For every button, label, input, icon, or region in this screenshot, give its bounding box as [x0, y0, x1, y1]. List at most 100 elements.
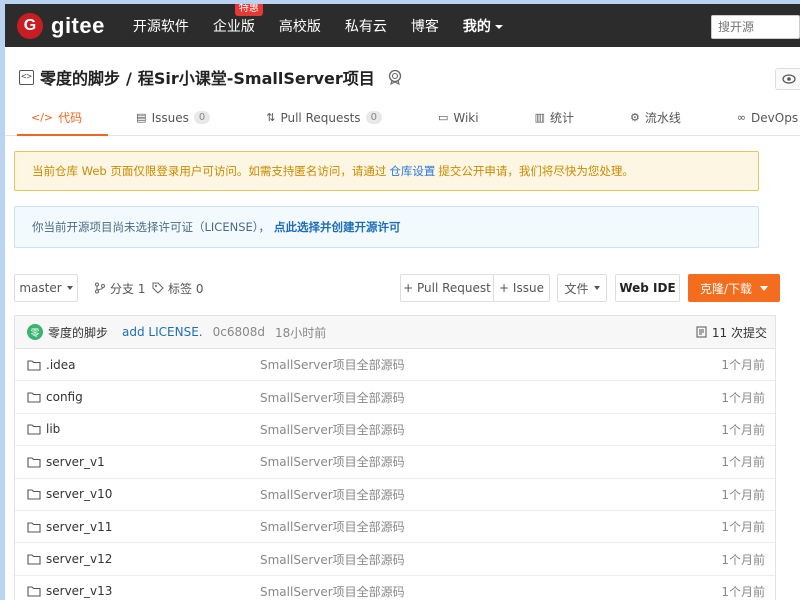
file-commit-message[interactable]: SmallServer项目全部源码	[260, 389, 405, 406]
promo-badge: 特惠	[234, 4, 263, 16]
pull-request-icon: ⇅	[266, 111, 276, 124]
tab-devops[interactable]: ∞ DevOps	[737, 100, 798, 135]
tags-count: 标签 0	[168, 281, 204, 296]
table-row[interactable]: .idea SmallServer项目全部源码 1个月前	[15, 349, 775, 382]
gitee-logo-text: gitee	[51, 12, 105, 38]
file-name[interactable]: lib	[46, 422, 260, 436]
tab-statistics[interactable]: ▥ 统计	[535, 100, 574, 135]
chart-icon: ▥	[534, 111, 545, 124]
nav-item-education[interactable]: 高校版	[279, 16, 321, 36]
warning-text-after: 提交公开申请，我们将尽快为您处理。	[438, 164, 634, 178]
commit-message[interactable]: add LICENSE.	[122, 325, 203, 339]
repo-tabs: </> 代码 ▤ Issues 0 ⇅ Pull Requests 0 ▭ Wi…	[5, 100, 800, 136]
file-name[interactable]: config	[46, 390, 260, 404]
nav-item-private-cloud[interactable]: 私有云	[345, 16, 387, 36]
file-commit-message[interactable]: SmallServer项目全部源码	[260, 518, 405, 535]
repo-settings-link[interactable]: 仓库设置	[389, 163, 435, 179]
avatar[interactable]: 零	[27, 324, 43, 340]
repo-owner-link[interactable]: 零度的脚步	[40, 69, 120, 88]
new-pull-request-button[interactable]: + Pull Request	[400, 274, 494, 302]
repo-code-icon: <>	[19, 69, 34, 85]
code-icon: </>	[31, 111, 54, 124]
nav-item-enterprise-label: 企业版	[212, 18, 255, 35]
file-menu-button[interactable]: 文件	[557, 274, 607, 302]
file-commit-message[interactable]: SmallServer项目全部源码	[260, 583, 405, 600]
file-commit-message[interactable]: SmallServer项目全部源码	[260, 486, 405, 503]
tab-devops-label: DevOps	[751, 110, 799, 125]
warning-text-before: 当前仓库 Web 页面仅限登录用户可访问。如需支持匿名访问，请通过	[32, 164, 387, 178]
file-commit-message[interactable]: SmallServer项目全部源码	[260, 453, 405, 470]
file-menu-label: 文件	[564, 281, 589, 296]
tab-statistics-label: 统计	[549, 111, 574, 125]
branches-link[interactable]: 分支 1	[94, 274, 145, 302]
file-commit-message[interactable]: SmallServer项目全部源码	[260, 421, 405, 438]
table-row[interactable]: server_v13 SmallServer项目全部源码 1个月前	[15, 576, 775, 600]
file-name[interactable]: server_v11	[46, 520, 260, 534]
clone-download-label: 克隆/下载	[699, 281, 753, 296]
commit-hash[interactable]: 0c6808d	[213, 325, 265, 339]
file-updated-time: 1个月前	[721, 520, 765, 535]
nav-item-enterprise[interactable]: 企业版 特惠	[212, 4, 263, 36]
commit-author[interactable]: 零度的脚步	[48, 324, 108, 341]
medal-icon[interactable]	[387, 69, 403, 85]
commit-count: 11 次提交	[711, 325, 767, 340]
tab-pull-requests[interactable]: ⇅ Pull Requests 0	[266, 100, 382, 135]
gitee-logo[interactable]: G gitee	[17, 12, 105, 39]
infinity-icon: ∞	[736, 111, 747, 124]
table-row[interactable]: config SmallServer项目全部源码 1个月前	[15, 381, 775, 414]
file-commit-message[interactable]: SmallServer项目全部源码	[260, 356, 405, 373]
chevron-down-icon	[760, 285, 769, 291]
web-ide-button[interactable]: Web IDE	[615, 274, 680, 302]
file-commit-message[interactable]: SmallServer项目全部源码	[260, 551, 405, 568]
latest-commit-row: 零 零度的脚步 add LICENSE. 0c6808d 18小时前 11 次提…	[15, 316, 775, 349]
repo-name-link[interactable]: 程Sir小课堂-SmallServer项目	[138, 69, 375, 88]
folder-icon	[27, 522, 41, 533]
tab-code[interactable]: </> 代码	[17, 100, 109, 136]
tab-issues[interactable]: ▤ Issues 0	[136, 100, 211, 135]
file-name[interactable]: .idea	[46, 358, 260, 372]
table-row[interactable]: lib SmallServer项目全部源码 1个月前	[15, 414, 775, 447]
tab-pipeline-label: 流水线	[644, 111, 681, 125]
repo-title: 零度的脚步 / 程Sir小课堂-SmallServer项目	[40, 65, 375, 89]
file-updated-time: 1个月前	[721, 584, 765, 599]
nav-item-open-source[interactable]: 开源软件	[133, 16, 189, 36]
tab-pipeline[interactable]: ⚙ 流水线	[630, 100, 681, 135]
commit-count-link[interactable]: 11 次提交	[696, 324, 767, 341]
branch-toolbar: master 分支 1 标签 0 + Pull Request + Issue …	[14, 274, 800, 302]
nav-menu: 开源软件 企业版 特惠 高校版 私有云 博客 我的	[133, 4, 527, 47]
tags-link[interactable]: 标签 0	[152, 274, 203, 302]
table-row[interactable]: server_v12 SmallServer项目全部源码 1个月前	[15, 543, 775, 576]
issues-icon: ▤	[136, 111, 147, 124]
clone-download-button[interactable]: 克隆/下载	[688, 274, 780, 302]
file-name[interactable]: server_v10	[46, 487, 260, 501]
license-notice-text: 你当前开源项目尚未选择许可证（LICENSE），	[32, 220, 271, 234]
gitee-logo-icon: G	[17, 12, 43, 39]
tab-issues-label: Issues	[151, 110, 189, 125]
file-updated-time: 1个月前	[721, 422, 765, 437]
file-updated-time: 1个月前	[721, 455, 765, 470]
new-issue-button[interactable]: + Issue	[493, 274, 550, 302]
tab-wiki-label: Wiki	[453, 110, 479, 125]
file-updated-time: 1个月前	[721, 390, 765, 405]
branch-select[interactable]: master	[14, 274, 78, 302]
file-name[interactable]: server_v13	[46, 584, 260, 598]
table-row[interactable]: server_v11 SmallServer项目全部源码 1个月前	[15, 511, 775, 544]
file-name[interactable]: server_v1	[46, 455, 260, 469]
file-name[interactable]: server_v12	[46, 552, 260, 566]
watch-button[interactable]	[775, 68, 800, 90]
issues-count-badge: 0	[193, 111, 211, 124]
create-license-link[interactable]: 点此选择并创建开源许可	[274, 219, 401, 235]
search-input[interactable]	[711, 15, 800, 39]
file-updated-time: 1个月前	[721, 358, 765, 373]
nav-item-blog[interactable]: 博客	[411, 16, 439, 36]
top-navbar: G gitee 开源软件 企业版 特惠 高校版 私有云 博客 我的	[5, 4, 800, 47]
folder-icon	[27, 360, 41, 371]
browser-page: G gitee 开源软件 企业版 特惠 高校版 私有云 博客 我的 <> 零度的…	[5, 4, 800, 600]
folder-icon	[27, 586, 41, 597]
tab-wiki[interactable]: ▭ Wiki	[438, 100, 479, 135]
chevron-down-icon	[593, 286, 600, 290]
table-row[interactable]: server_v10 SmallServer项目全部源码 1个月前	[15, 479, 775, 511]
nav-item-mine[interactable]: 我的	[463, 16, 503, 36]
folder-icon	[27, 457, 41, 468]
table-row[interactable]: server_v1 SmallServer项目全部源码 1个月前	[15, 446, 775, 479]
